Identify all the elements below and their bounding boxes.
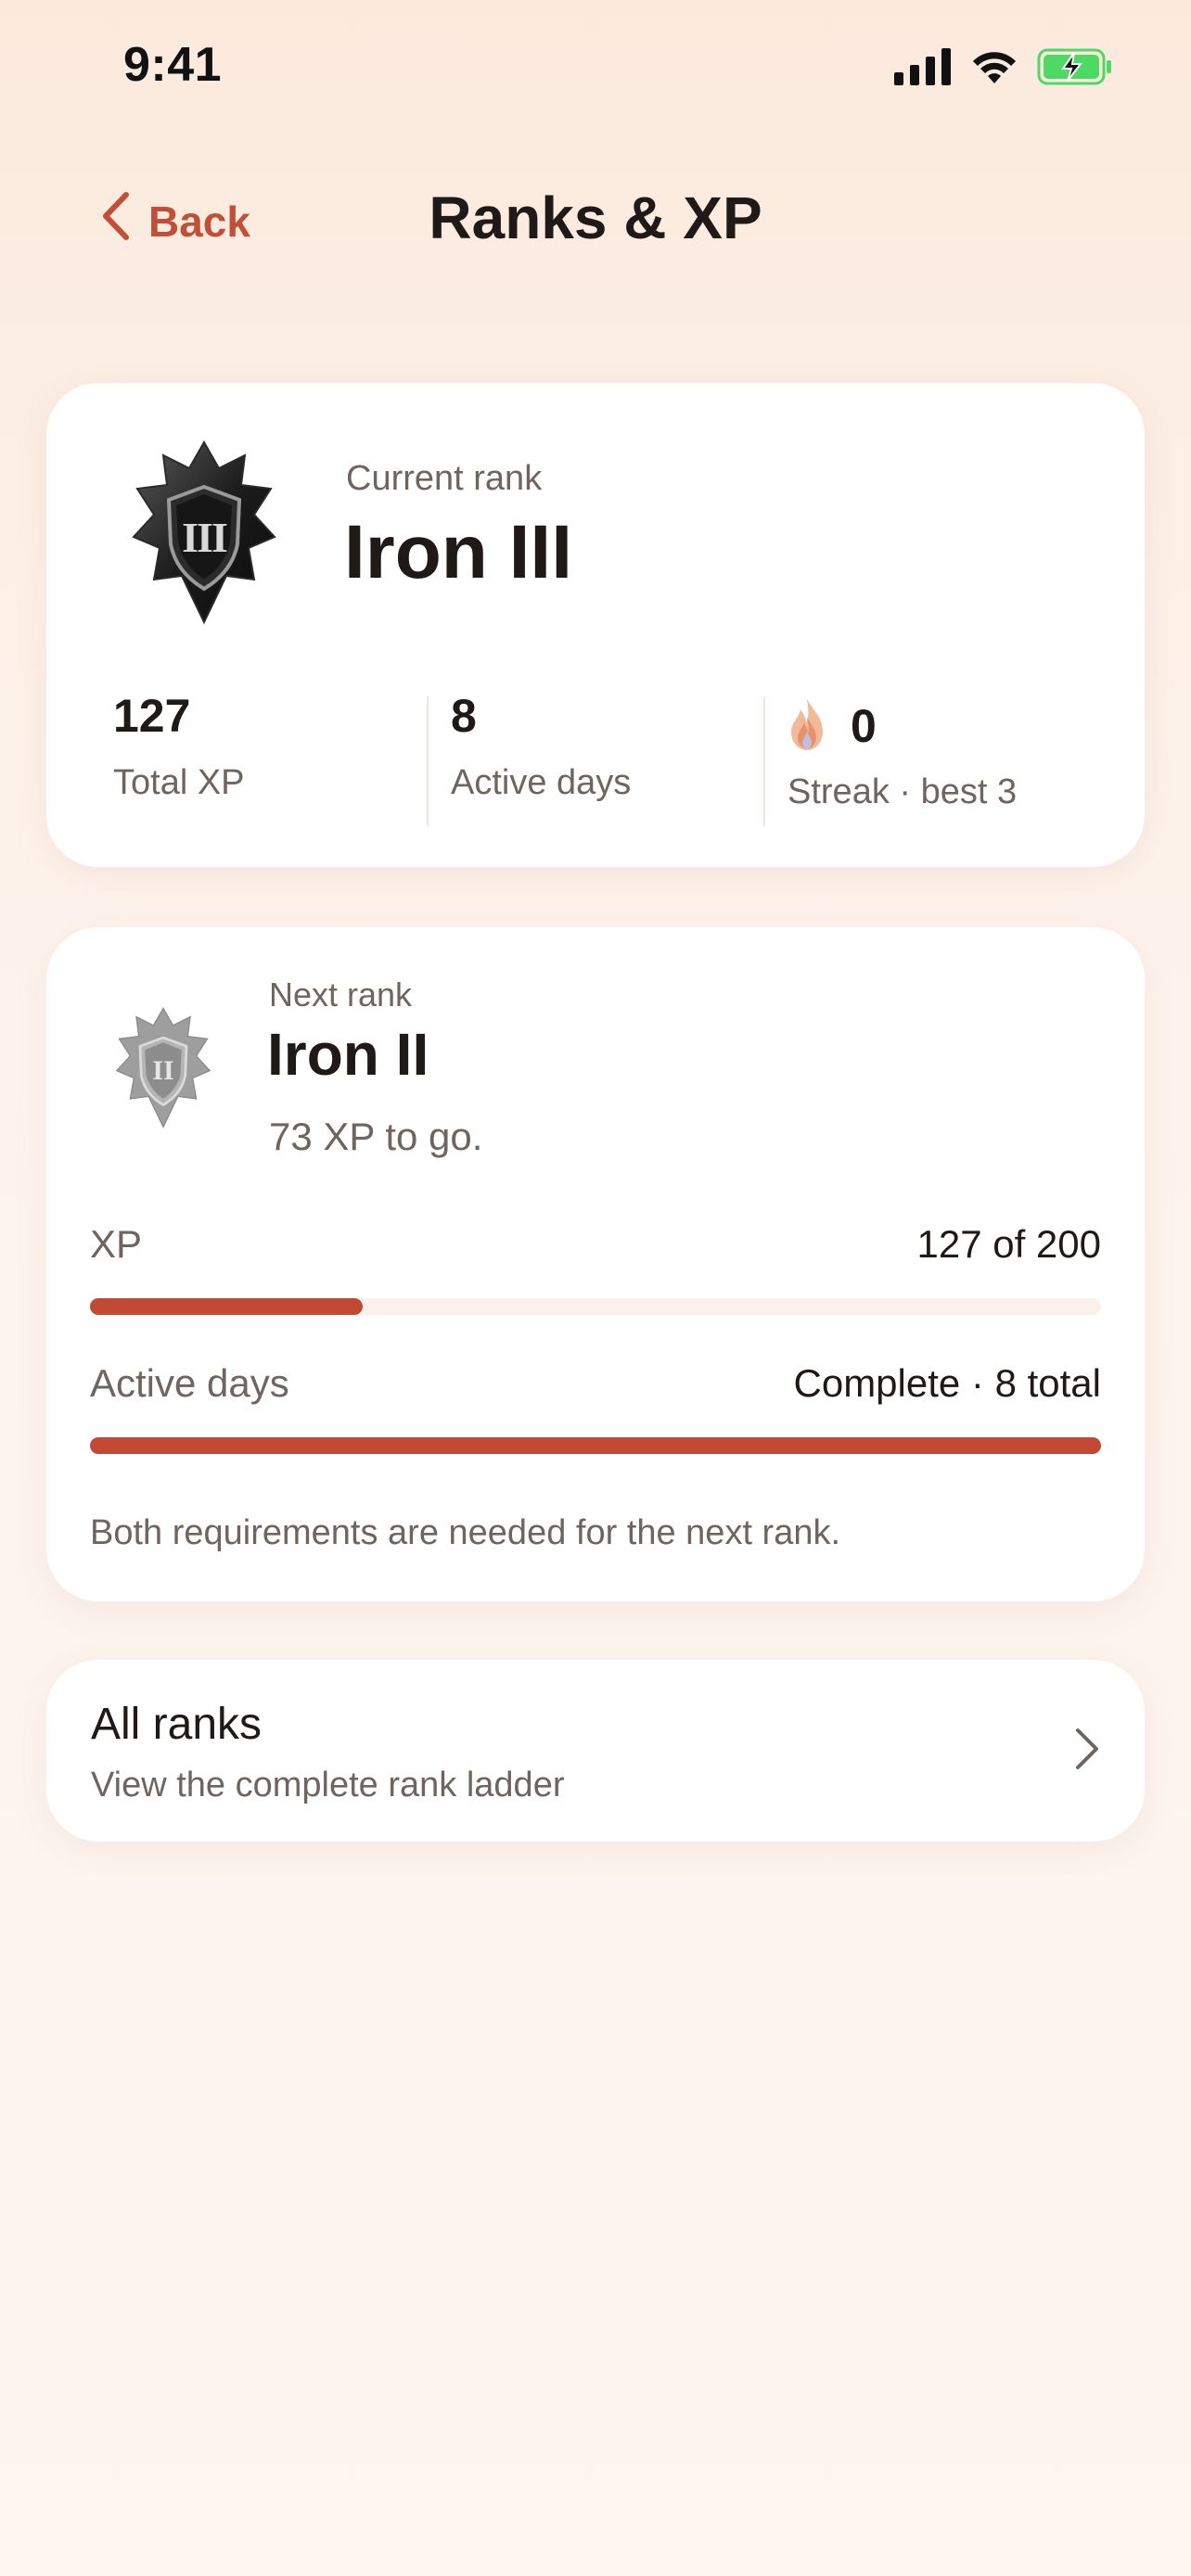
requirement-xp: XP 127 of 200 bbox=[90, 1222, 1101, 1315]
emblem-numeral: III bbox=[182, 513, 228, 561]
flame-icon bbox=[788, 696, 826, 757]
status-time: 9:41 bbox=[123, 38, 223, 92]
next-rank-label: Next rank bbox=[269, 976, 413, 1014]
stat-active-days: 8 Active days bbox=[451, 690, 632, 802]
current-rank-name: Iron III bbox=[344, 510, 572, 594]
all-ranks-subtitle: View the complete rank ladder bbox=[91, 1766, 565, 1804]
iron-rank-emblem-muted-icon: II bbox=[113, 1006, 213, 1129]
stat-divider bbox=[427, 696, 429, 826]
next-rank-card: II Next rank Iron II 73 XP to go. XP 127… bbox=[46, 927, 1145, 1601]
requirement-label: Active days bbox=[90, 1361, 289, 1405]
requirement-value: Complete · 8 total bbox=[793, 1361, 1102, 1405]
active-days-progress-fill bbox=[90, 1437, 1101, 1454]
requirement-label: XP bbox=[90, 1222, 143, 1266]
active-days-progress-bar bbox=[90, 1437, 1101, 1454]
current-rank-card: Current rank Iron III III 127 Total XP 8… bbox=[46, 383, 1145, 867]
stat-streak: 0 Streak · best 3 bbox=[788, 689, 1017, 828]
all-ranks-title: All ranks bbox=[91, 1700, 263, 1749]
all-ranks-row[interactable]: All ranks View the complete rank ladder bbox=[46, 1660, 1145, 1842]
stat-divider bbox=[763, 696, 765, 826]
requirement-active-days: Active days Complete · 8 total bbox=[90, 1361, 1101, 1454]
battery-charging-icon bbox=[1037, 48, 1113, 90]
status-bar: 9:41 bbox=[0, 0, 1191, 130]
page-title: Ranks & XP bbox=[429, 185, 762, 251]
xp-progress-bar bbox=[90, 1298, 1101, 1315]
navigation-bar: Back Ranks & XP bbox=[0, 176, 1191, 269]
current-rank-label: Current rank bbox=[346, 459, 543, 498]
chevron-right-icon bbox=[1074, 1727, 1100, 1776]
next-rank-name: Iron II bbox=[267, 1021, 429, 1088]
rank-stats: 127 Total XP 8 Active days 0 Streak · be… bbox=[46, 689, 1145, 828]
stat-total-xp: 127 Total XP bbox=[113, 690, 245, 802]
xp-remaining-text: 73 XP to go. bbox=[269, 1115, 483, 1158]
wifi-icon bbox=[970, 48, 1018, 90]
cellular-signal-icon bbox=[894, 48, 952, 90]
requirement-value: 127 of 200 bbox=[916, 1222, 1101, 1266]
status-icons bbox=[894, 48, 1113, 90]
requirements-footnote: Both requirements are needed for the nex… bbox=[90, 1513, 841, 1552]
xp-progress-fill bbox=[90, 1298, 364, 1315]
